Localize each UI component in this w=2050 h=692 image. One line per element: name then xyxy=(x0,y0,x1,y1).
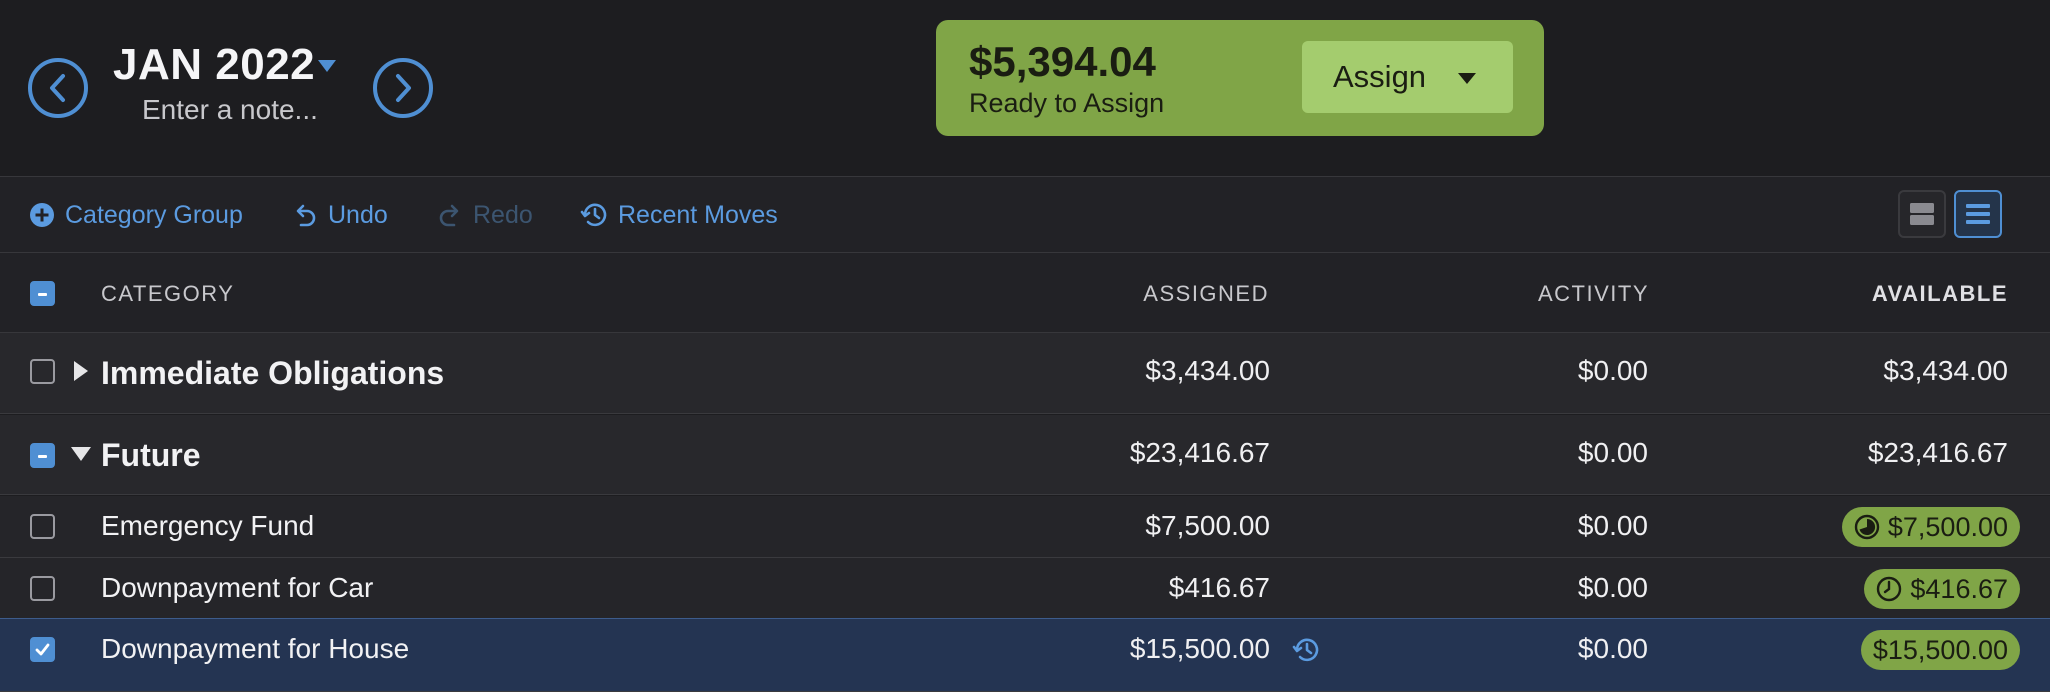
month-title[interactable]: JAN 2022 xyxy=(113,40,315,90)
available-value: $7,500.00 xyxy=(1887,511,2008,542)
activity-value: $0.00 xyxy=(1577,355,1648,386)
collapse-caret-icon[interactable] xyxy=(71,447,91,461)
row-checkbox[interactable] xyxy=(30,576,55,601)
redo-button[interactable]: Redo xyxy=(437,199,533,231)
category-row[interactable]: Downpayment for House $15,500.00 $0.00 $… xyxy=(0,618,2050,692)
list-view-toggle[interactable] xyxy=(1954,190,2002,238)
month-dropdown-caret-icon[interactable] xyxy=(318,60,336,72)
activity-value[interactable]: $0.00 xyxy=(1578,510,1648,542)
category-name[interactable]: Downpayment for House xyxy=(101,633,409,665)
row-checkbox[interactable] xyxy=(30,359,55,384)
recent-moves-button[interactable]: Recent Moves xyxy=(580,199,778,231)
assigned-value[interactable]: $7,500.00 xyxy=(1145,510,1270,542)
available-pill[interactable]: $15,500.00 xyxy=(1860,630,2020,670)
category-row[interactable]: Downpayment for Car $416.67 $0.00 $416.6… xyxy=(0,558,2050,620)
budget-toolbar: Category Group Undo Redo Recent Moves xyxy=(0,177,2050,253)
assigned-value: $23,416.67 xyxy=(1129,437,1270,468)
budget-header: JAN 2022 Enter a note... $5,394.04 Ready… xyxy=(0,0,2050,177)
available-pill[interactable]: $7,500.00 xyxy=(1841,507,2020,547)
recent-moves-history-icon[interactable] xyxy=(1292,636,1320,669)
assigned-value: $3,434.00 xyxy=(1145,355,1270,386)
ready-to-assign-amount: $5,394.04 xyxy=(969,38,1156,85)
list-view-icon xyxy=(1966,204,1990,224)
add-category-group-label: Category Group xyxy=(65,200,243,229)
undo-button[interactable]: Undo xyxy=(292,199,388,231)
undo-icon xyxy=(296,204,316,227)
plus-circle-icon xyxy=(30,203,54,227)
add-category-group-button[interactable]: Category Group xyxy=(29,199,243,231)
history-icon xyxy=(580,203,607,227)
category-name[interactable]: Downpayment for Car xyxy=(101,572,373,604)
activity-value[interactable]: $0.00 xyxy=(1578,633,1648,665)
table-header: CATEGORY ASSIGNED ACTIVITY AVAILABLE xyxy=(0,253,2050,333)
clock-icon xyxy=(1877,576,1902,602)
chevron-right-icon xyxy=(396,74,411,102)
select-all-checkbox[interactable] xyxy=(30,281,55,306)
recent-moves-label: Recent Moves xyxy=(618,200,778,229)
available-value: $3,434.00 xyxy=(1883,355,2008,386)
chevron-left-icon xyxy=(50,74,65,102)
ready-to-assign-label: Ready to Assign xyxy=(969,88,1165,118)
assigned-value[interactable]: $416.67 xyxy=(1169,572,1270,604)
activity-value[interactable]: $0.00 xyxy=(1578,572,1648,604)
activity-value: $0.00 xyxy=(1577,437,1648,468)
category-group-row[interactable]: Future $23,416.67 $0.00 $23,416.67 xyxy=(0,415,2050,495)
caret-down-icon xyxy=(1458,73,1476,84)
available-value: $416.67 xyxy=(1910,573,2008,604)
available-value: $15,500.00 xyxy=(1872,634,2008,665)
category-group-row[interactable]: Immediate Obligations $3,434.00 $0.00 $3… xyxy=(0,333,2050,414)
month-note-field[interactable]: Enter a note... xyxy=(142,94,318,126)
category-group-name[interactable]: Future xyxy=(101,437,201,474)
column-header-available[interactable]: AVAILABLE xyxy=(1872,281,2008,307)
redo-label: Redo xyxy=(473,200,533,229)
expand-caret-icon[interactable] xyxy=(74,361,88,381)
assigned-value[interactable]: $15,500.00 xyxy=(1130,633,1270,665)
available-pill[interactable]: $416.67 xyxy=(1864,569,2020,609)
category-name[interactable]: Emergency Fund xyxy=(101,510,314,542)
ready-to-assign-panel: $5,394.04 Ready to Assign Assign xyxy=(936,20,1544,136)
undo-label: Undo xyxy=(328,200,388,229)
row-checkbox[interactable] xyxy=(30,637,55,662)
pie-progress-icon xyxy=(1854,514,1880,540)
available-value: $23,416.67 xyxy=(1867,437,2008,468)
category-row[interactable]: Emergency Fund $7,500.00 $0.00 $7,500.00 xyxy=(0,496,2050,558)
column-header-category[interactable]: CATEGORY xyxy=(101,281,234,307)
split-view-icon xyxy=(1910,203,1934,225)
checkmark-icon xyxy=(35,643,50,656)
column-header-assigned[interactable]: ASSIGNED xyxy=(1143,281,1269,307)
category-group-name[interactable]: Immediate Obligations xyxy=(101,355,444,392)
column-header-activity[interactable]: ACTIVITY xyxy=(1538,281,1649,307)
compact-view-toggle[interactable] xyxy=(1898,190,1946,238)
row-checkbox[interactable] xyxy=(30,514,55,539)
assign-button-label: Assign xyxy=(1333,59,1427,94)
next-month-button[interactable] xyxy=(373,58,433,118)
previous-month-button[interactable] xyxy=(28,58,88,118)
redo-icon xyxy=(439,204,459,227)
assign-button[interactable]: Assign xyxy=(1302,41,1513,113)
row-checkbox[interactable] xyxy=(30,443,55,468)
